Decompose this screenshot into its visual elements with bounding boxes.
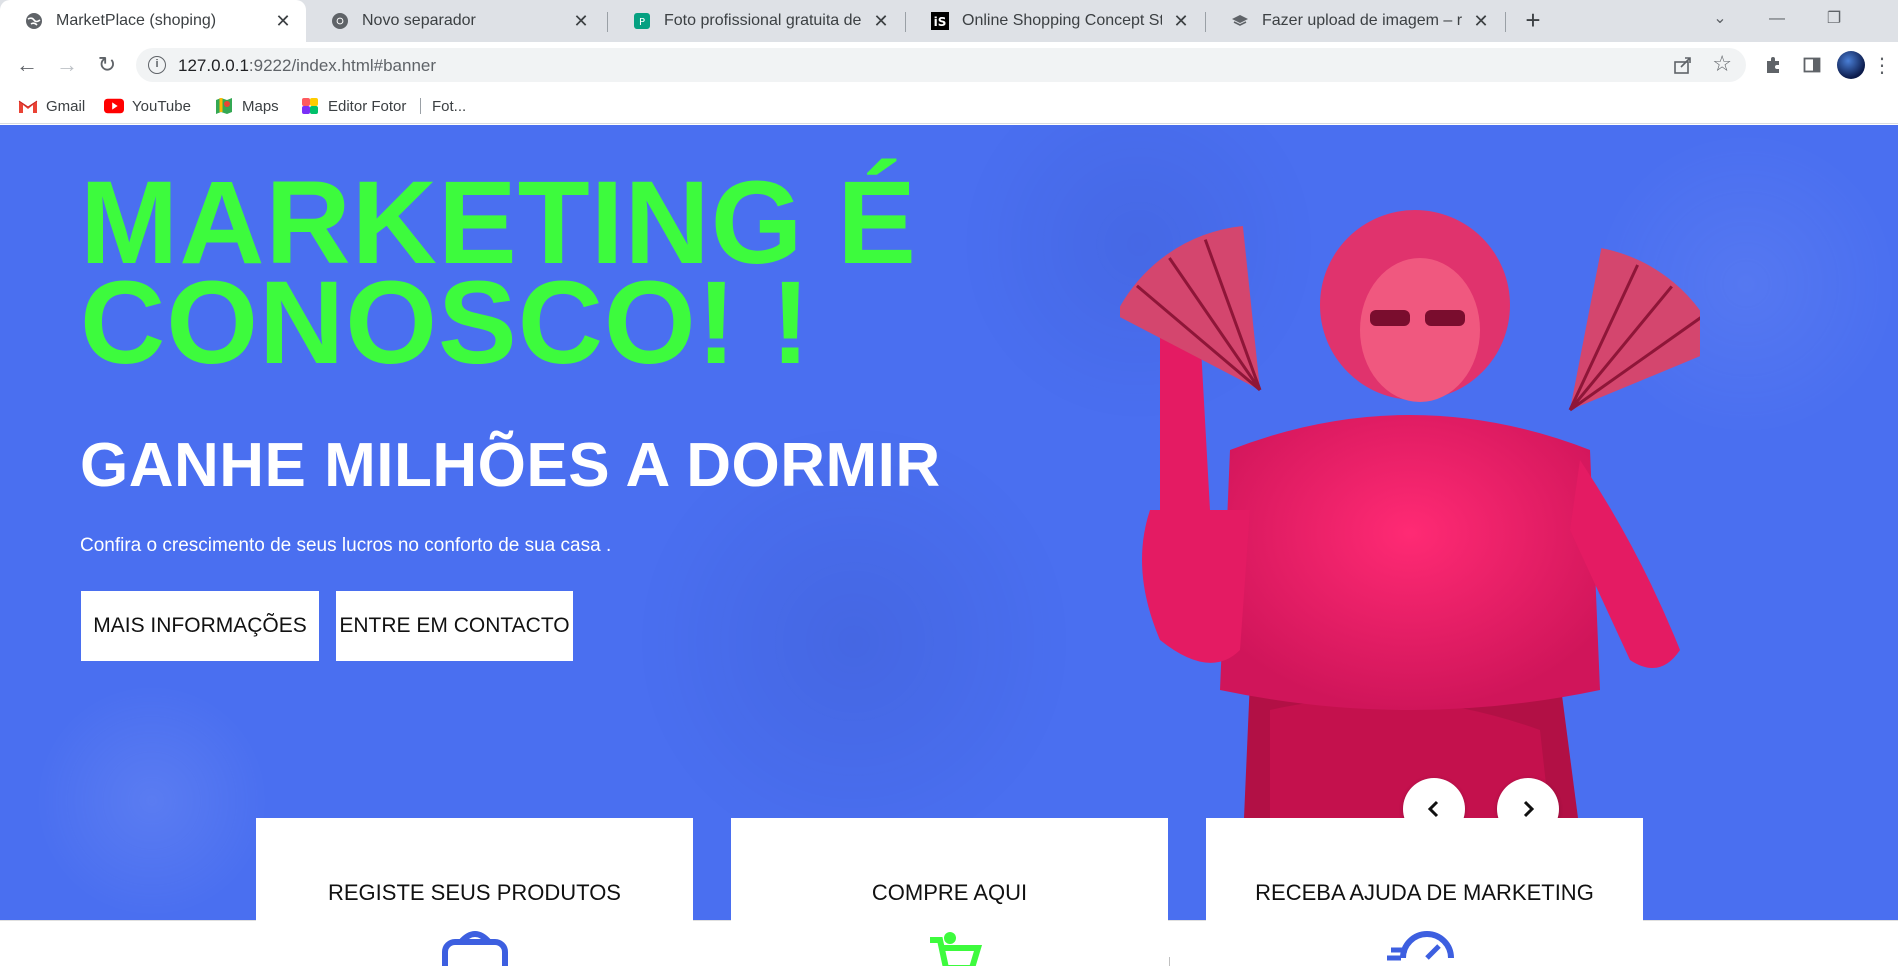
istock-icon: iS [930,11,950,31]
maximize-icon[interactable]: ❐ [1812,4,1856,34]
gmail-icon [18,98,38,114]
bookmark-maps[interactable]: Maps [214,95,279,117]
close-icon[interactable]: ✕ [1172,12,1190,30]
bag-icon [435,928,515,966]
tab-title: MarketPlace (shoping) [56,12,217,29]
hero-headline: MARKETING É CONOSCO! ! [80,164,980,382]
card-title: COMPRE AQUI [871,880,1028,905]
youtube-icon [104,98,124,114]
service-card-buy[interactable]: COMPRE AQUI [731,818,1168,966]
bookmark-star-icon[interactable]: ☆ [1712,52,1732,76]
tab-separator [1505,12,1506,32]
chevron-right-icon [1523,800,1535,818]
back-icon[interactable]: ← [12,50,42,80]
tab-title: Novo separador [362,12,476,29]
share-icon[interactable] [1672,54,1694,76]
cart-icon [910,928,990,966]
bookmark-label: YouTube [132,97,191,115]
service-card-register[interactable]: REGISTE SEUS PRODUTOS [256,818,693,966]
side-panel-icon[interactable] [1797,50,1827,80]
tab-title: Fazer upload de imagem – remov [1262,12,1462,29]
minimize-icon[interactable]: — [1755,4,1799,34]
card-title: REGISTE SEUS PRODUTOS [328,880,621,905]
browser-toolbar: ← → ↻ i 127.0.0.1:9222/index.html#banner… [0,42,1898,88]
bookmarks-bar: Gmail YouTube Maps Editor Fotor Fot... [0,88,1898,124]
bookmark-label: Editor Fotor [328,97,407,115]
address-bar[interactable]: i 127.0.0.1:9222/index.html#banner ☆ [136,48,1746,82]
new-tab-button[interactable]: + [1518,6,1548,36]
fotor-icon [300,98,320,114]
svg-text:iS: iS [934,15,947,29]
service-card-marketing-help[interactable]: RECEBA AJUDA DE MARKETING [1206,818,1643,966]
tab-fazer-upload[interactable]: Fazer upload de imagem – remov ✕ [1206,0,1504,42]
hero-subheadline: GANHE MILHÕES A DORMIR [80,431,941,500]
tab-title: Online Shopping Concept Stock I [962,12,1162,29]
tab-marketplace[interactable]: MarketPlace (shoping) ✕ [0,0,306,42]
tab-novo-separador[interactable]: Novo separador ✕ [306,0,604,42]
bookmark-label: Fot... [432,97,467,115]
tab-title: Foto profissional gratuita de [obj [664,12,862,29]
bookmark-editor-fotor[interactable]: Editor Fotor [300,95,406,117]
close-icon[interactable]: ✕ [274,12,292,30]
bookmark-youtube[interactable]: YouTube [104,95,191,117]
bookmark-label: Gmail [46,97,86,115]
close-icon[interactable]: ✕ [572,12,590,30]
bookmark-gmail[interactable]: Gmail [18,95,85,117]
extensions-icon[interactable] [1758,50,1788,80]
pexels-icon: P [632,11,652,31]
bookmark-fot[interactable]: Fot... [432,95,466,117]
tab-online-shopping[interactable]: iS Online Shopping Concept Stock I ✕ [906,0,1204,42]
profile-avatar[interactable] [1836,50,1866,80]
url-path: :9222/index.html#banner [248,56,437,75]
bookmark-label: Maps [242,97,279,115]
upload-icon [1230,11,1250,31]
divider [1169,957,1170,966]
card-title: RECEBA AJUDA DE MARKETING [1255,880,1594,905]
hero-tagline: Confira o crescimento de seus lucros no … [80,535,612,556]
avatar [1837,51,1865,79]
close-icon[interactable]: ✕ [872,12,890,30]
close-icon[interactable]: ✕ [1472,12,1490,30]
globe-icon [24,11,44,31]
contact-button[interactable]: ENTRE EM CONTACTO [336,591,573,661]
tab-search-icon[interactable]: ⌄ [1698,4,1742,34]
url-text[interactable]: 127.0.0.1:9222/index.html#banner [178,56,436,76]
maps-icon [214,98,234,114]
more-menu-icon[interactable]: ⋮ [1872,50,1892,80]
tab-strip: MarketPlace (shoping) ✕ Novo separador ✕… [0,0,1898,42]
url-host: 127.0.0.1 [178,56,249,75]
hero-banner: MARKETING É CONOSCO! ! GANHE MILHÕES A D… [0,125,1898,920]
chrome-icon [330,11,350,31]
tab-foto-profissional[interactable]: P Foto profissional gratuita de [obj ✕ [608,0,904,42]
chevron-left-icon [1427,800,1439,818]
bookmark-separator [420,98,421,114]
reload-icon[interactable]: ↻ [92,50,122,80]
forward-icon[interactable]: → [52,50,82,80]
svg-text:P: P [639,17,645,28]
speed-icon [1385,928,1465,966]
more-info-button[interactable]: MAIS INFORMAÇÕES [81,591,319,661]
site-info-icon[interactable]: i [148,56,166,74]
